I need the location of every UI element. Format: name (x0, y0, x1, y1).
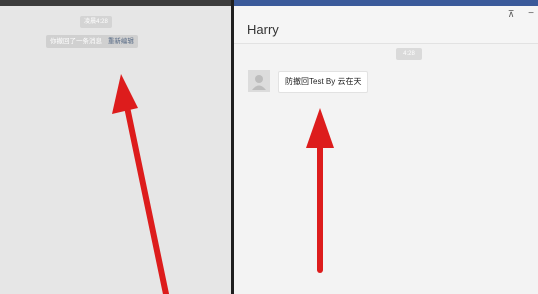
left-arrow-icon (112, 74, 169, 294)
right-arrow-icon (306, 108, 334, 273)
annotation-arrows (112, 74, 334, 294)
